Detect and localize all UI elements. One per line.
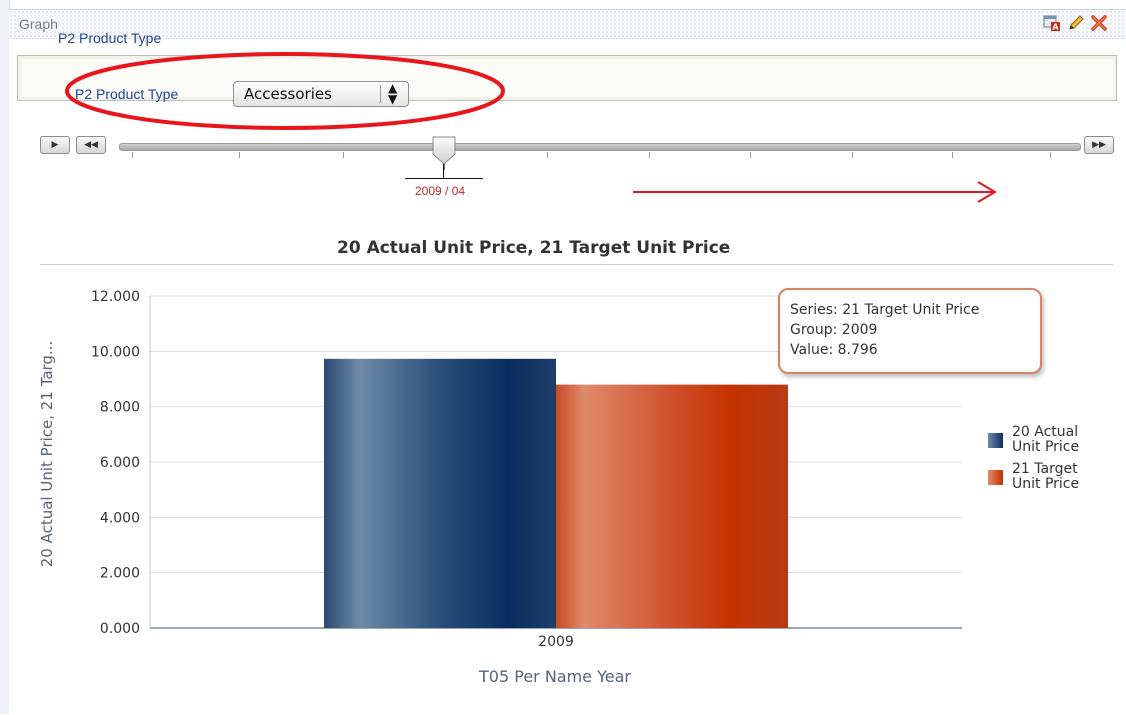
tooltip-group: Group: 2009	[790, 322, 878, 338]
legend-line: 20 Actual	[1012, 424, 1079, 440]
tooltip-series: Series: 21 Target Unit Price	[790, 302, 980, 318]
legend-label: 21 Target Unit Price	[1012, 462, 1122, 492]
legend-swatch-blue	[988, 433, 1003, 448]
y-tick-label: 12.000	[91, 289, 140, 305]
bar-actual-2009[interactable]	[324, 358, 556, 628]
y-tick-label: 0.000	[100, 621, 140, 637]
y-tick-label: 8.000	[100, 400, 140, 416]
tooltip-value: Value: 8.796	[790, 342, 878, 358]
y-tick-label: 4.000	[100, 510, 140, 526]
y-tick-label: 10.000	[91, 344, 140, 360]
legend-line: Unit Price	[1012, 439, 1080, 455]
legend-label: 20 Actual Unit Price	[1012, 425, 1122, 455]
y-tick-label: 2.000	[100, 566, 140, 582]
y-tick-label: 6.000	[100, 455, 140, 471]
data-tooltip: Series: 21 Target Unit Price Group: 2009…	[778, 288, 1042, 374]
x-tick-label: 2009	[538, 634, 574, 650]
legend-line: Unit Price	[1012, 476, 1080, 492]
y-axis-label: 20 Actual Unit Price, 21 Targ...	[38, 341, 56, 568]
legend-line: 21 Target	[1012, 461, 1078, 477]
x-axis-label: T05 Per Name Year	[478, 667, 631, 686]
bar-target-2009[interactable]	[556, 384, 788, 628]
legend-swatch-orange	[988, 470, 1003, 485]
